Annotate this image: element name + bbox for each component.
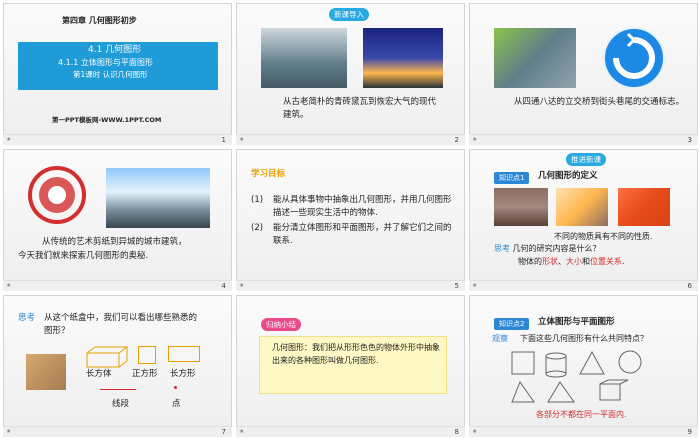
square-label: 正方形 [132,369,158,379]
slide-number: 2 [454,136,459,144]
knowledge-point-title: 几何图形的定义 [538,171,598,181]
answer-sep: 、 [558,257,566,266]
slide-thumbnail-3[interactable]: 从四通八达的立交桥到街头巷尾的交通标志。 [469,3,698,144]
observe-label: 观察 [492,334,508,343]
point-dot [174,386,177,389]
slide-thumbnail-9[interactable]: 知识点2 立体图形与平面图形 观察 下面这些几何图形有什么共同特点？ 各部分不都… [469,295,698,436]
star-icon: ★ [239,428,245,435]
goal-2-text: 能分清立体图形和平面图形，并了解它们之间的联系. [273,223,452,246]
slide-footer-4: ★ 4 [3,280,232,291]
summary-box: 几何图形：我们把从形形色色的物体外形中抽象出来的各种图形叫做几何图形. [259,336,447,394]
slide-footer-3: ★ 3 [469,134,698,145]
goal-2-number: (2) [251,223,264,233]
question-text: 从这个纸盒中，我们可以看出哪些熟悉的图形？ [44,313,198,336]
slide-footer-7: ★ 7 [3,426,232,437]
question-text: 下面这些几何图形有什么共同特点？ [520,334,648,343]
slide-number: 8 [454,428,459,436]
slide-thumbnail-1[interactable]: 第四章 几何图形初步 4.1 几何图形 4.1.1 立体图形与平面图形 第1课时… [3,3,232,144]
interchange-photo [494,28,576,88]
slide-thumbnail-5[interactable]: 学习目标 (1) 能从具体事物中抽象出几何图形，并用几何图形描述一些现实生活中的… [236,149,465,290]
slide-sorter-grid: 第四章 几何图形初步 4.1 几何图形 4.1.1 立体图形与平面图形 第1课时… [0,0,700,438]
star-icon: ★ [6,282,12,289]
paper-cut-art [28,166,86,224]
slide-number: 1 [221,136,226,144]
slide-thumbnail-2[interactable]: 新课导入 从古老简朴的青砖黛瓦到恢宏大气的现代建筑。 [236,3,465,144]
answer-text: 各部分不都在同一平面内. [536,410,627,419]
solid-shapes [510,348,660,412]
slide-thumbnail-4[interactable]: 从传统的艺术剪纸到异城的城市建筑， 今天我们就来探索几何图形的奥秘. [3,149,232,290]
segment-line [100,389,136,390]
section-badge: 推进新课 [566,153,606,166]
carton-box-image [26,354,66,390]
room-photo [556,188,608,226]
slide-number: 6 [687,282,692,290]
star-icon: ★ [472,282,478,289]
slide-footer-5: ★ 5 [236,280,465,291]
answer-size: 大小 [566,257,582,266]
ancient-architecture-photo [261,28,347,88]
answer-prefix: 物体的 [518,257,542,266]
answer-shape: 形状 [542,257,558,266]
star-icon: ★ [239,136,245,143]
answer-block: 物体的形状、大小和位置关系. [518,255,625,268]
goal-1-text: 能从具体事物中抽象出几何图形，并用几何图形描述一些现实生活中的物体. [273,195,452,218]
slide-text: 从古老简朴的青砖黛瓦到恢宏大气的现代建筑。 [283,97,437,120]
slide-number: 7 [221,428,226,436]
slide-footer-1: ★ 1 [3,134,232,145]
cuboid-label: 长方体 [86,369,112,379]
footer-text: 第一PPT模板网-WWW.1PPT.COM [52,116,162,124]
star-icon: ★ [472,136,478,143]
rectangle-outline [168,346,200,362]
slide-thumbnail-6[interactable]: 推进新课 知识点1 几何图形的定义 不同的物质具有不同的性质. 思考 几何的研究… [469,149,698,290]
point-label: 点 [172,399,181,409]
classroom-photo [494,188,548,226]
star-icon: ★ [239,282,245,289]
star-icon: ★ [6,136,12,143]
learning-goals-heading: 学习目标 [251,169,286,179]
slide-number: 9 [687,428,692,436]
traffic-sign [602,26,666,90]
segment-label: 线段 [112,399,130,409]
summary-badge: 归纳小结 [261,318,301,331]
rectangle-label: 长方形 [170,369,196,379]
knowledge-point-badge: 知识点2 [494,318,530,330]
question-text: 几何的研究内容是什么？ [512,244,601,253]
chapter-title: 第四章 几何图形初步 [62,16,137,25]
think-label: 思考 [494,244,510,253]
slide-thumbnail-7[interactable]: 思考 从这个纸盒中，我们可以看出哪些熟悉的图形？ 长方体 正方形 长方形 线段 … [3,295,232,436]
slide-footer-6: ★ 6 [469,280,698,291]
roundabout-sign-icon [603,27,665,89]
question-block: 思考 几何的研究内容是什么？ [494,242,601,255]
slide-number: 4 [221,282,226,290]
slide-footer-8: ★ 8 [236,426,465,437]
square-outline [138,346,156,364]
summary-text: 几何图形：我们把从形形色色的物体外形中抽象出来的各种图形叫做几何图形. [272,343,440,365]
goal-1-number: (1) [251,195,264,205]
answer-end: . [622,257,625,266]
slide-number: 5 [454,282,459,290]
knowledge-point-badge: 知识点1 [494,172,530,184]
slide-text-line1: 从传统的艺术剪纸到异城的城市建筑， [42,237,187,247]
lesson-title: 第1课时 认识几何图形 [73,70,148,79]
star-icon: ★ [472,428,478,435]
modern-building-photo [363,28,443,88]
think-label: 思考 [18,313,36,323]
city-skyline-photo [106,168,210,228]
knowledge-point-title: 立体图形与平面图形 [538,317,615,327]
slide-footer-2: ★ 2 [236,134,465,145]
slide-number: 3 [687,136,692,144]
slide-thumbnail-8[interactable]: 归纳小结 几何图形：我们把从形形色色的物体外形中抽象出来的各种图形叫做几何图形. [236,295,465,436]
slide-text-line2: 今天我们就来探索几何图形的奥秘. [18,251,149,261]
crystal-photo [618,188,670,226]
title-banner: 4.1 几何图形 4.1.1 立体图形与平面图形 第1课时 认识几何图形 [18,42,218,90]
answer-and: 和 [582,257,590,266]
slide-text: 从四通八达的立交桥到街头巷尾的交通标志。 [514,97,685,107]
star-icon: ★ [6,428,12,435]
answer-position: 位置关系 [590,257,622,266]
section-badge: 新课导入 [329,8,369,21]
slide-footer-9: ★ 9 [469,426,698,437]
